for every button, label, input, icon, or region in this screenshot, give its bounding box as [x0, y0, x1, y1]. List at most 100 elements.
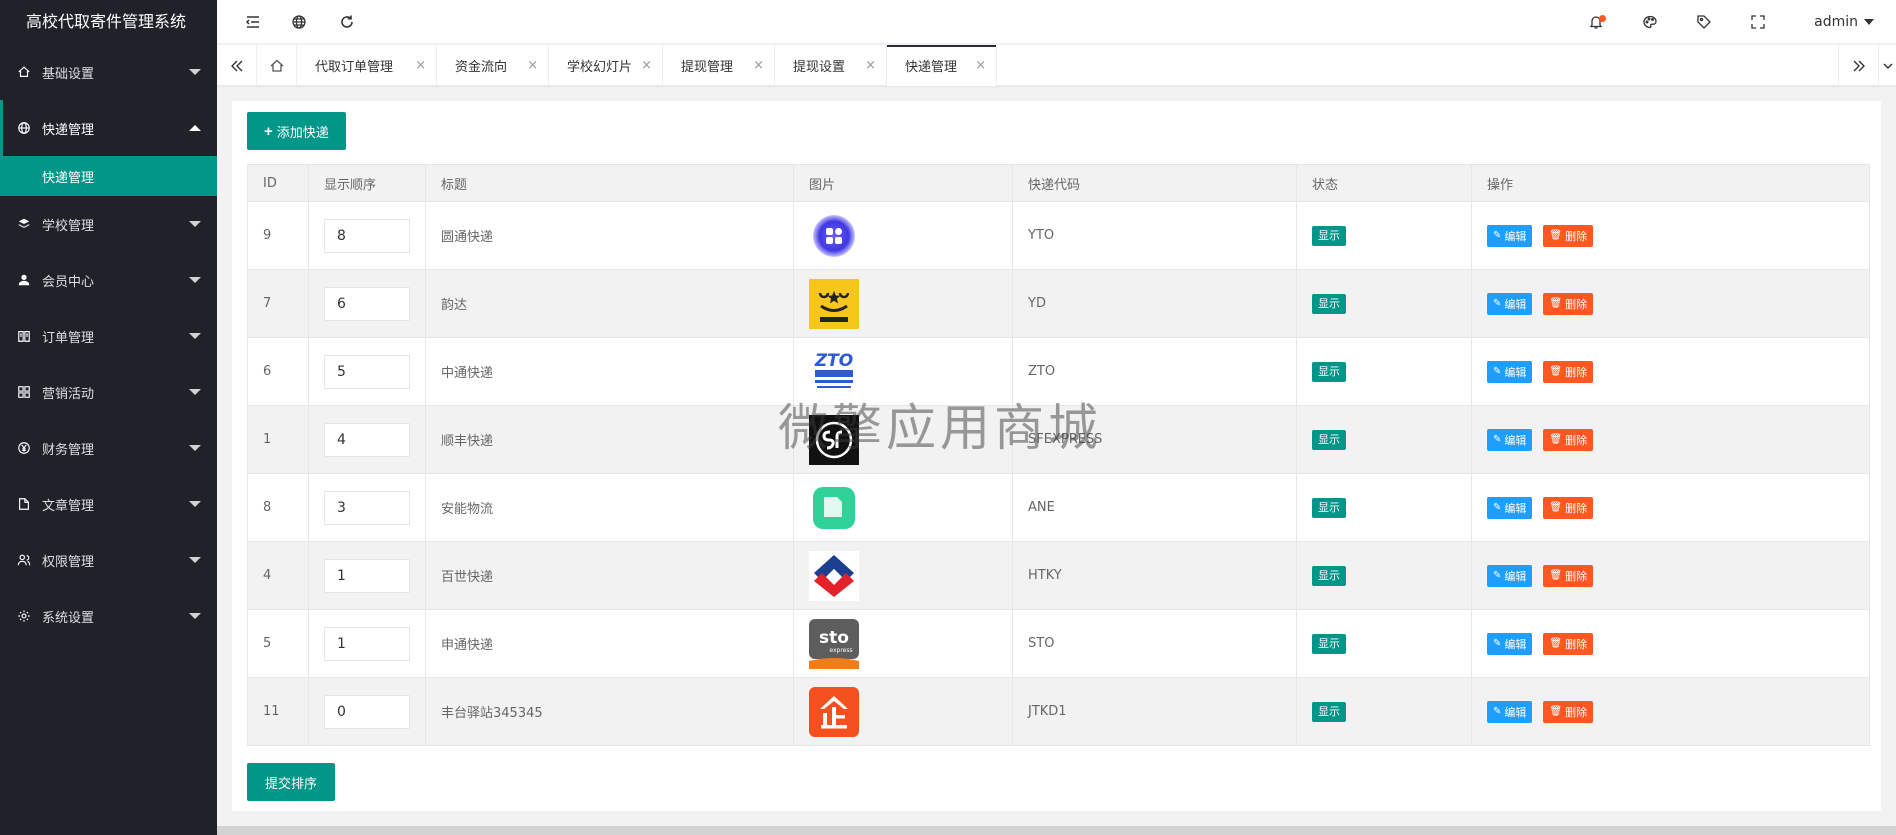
sidebar-item-2[interactable]: 学校管理 — [0, 196, 217, 252]
cell-status: 显示 — [1296, 201, 1472, 270]
close-icon[interactable]: × — [527, 58, 538, 73]
tabs-scroll-left-icon[interactable] — [217, 45, 257, 86]
status-badge[interactable]: 显示 — [1312, 701, 1346, 722]
cell-image — [793, 473, 1013, 542]
edit-button[interactable]: ✎ 编辑 — [1487, 564, 1533, 587]
cell-image — [793, 677, 1013, 746]
sidebar-item-9[interactable]: 系统设置 — [0, 588, 217, 644]
edit-button[interactable]: ✎ 编辑 — [1487, 700, 1533, 723]
cell-actions: ✎ 编辑 🗑 删除 — [1471, 541, 1870, 610]
sort-order-input[interactable] — [324, 422, 410, 457]
user-menu[interactable]: admin — [1814, 0, 1874, 44]
tab-3[interactable]: 提现管理 × — [663, 45, 775, 86]
trash-icon: 🗑 — [1549, 502, 1563, 513]
add-express-button[interactable]: + 添加快递 — [247, 112, 346, 150]
edit-button[interactable]: ✎ 编辑 — [1487, 224, 1533, 247]
tabs-scroll-right-icon[interactable] — [1838, 45, 1878, 86]
sidebar-item-4[interactable]: 订单管理 — [0, 308, 217, 364]
sidebar-item-label: 系统设置 — [42, 610, 95, 626]
delete-button[interactable]: 🗑 删除 — [1543, 632, 1594, 655]
globe-icon[interactable] — [281, 0, 317, 44]
sort-order-input[interactable] — [324, 218, 410, 253]
delete-button[interactable]: 🗑 删除 — [1543, 224, 1594, 247]
tab-label: 快递管理 — [905, 60, 958, 75]
delete-button[interactable]: 🗑 删除 — [1543, 428, 1594, 451]
close-icon[interactable]: × — [415, 58, 426, 73]
sidebar-item-6[interactable]: 财务管理 — [0, 420, 217, 476]
delete-button[interactable]: 🗑 删除 — [1543, 496, 1594, 519]
tab-4[interactable]: 提现设置 × — [775, 45, 887, 86]
yen-icon — [16, 440, 32, 456]
cell-code: SFEXPRESS — [1012, 405, 1297, 474]
tabs-menu-chevron-icon[interactable] — [1878, 45, 1896, 86]
cell-status: 显示 — [1296, 609, 1472, 678]
edit-button[interactable]: ✎ 编辑 — [1487, 360, 1533, 383]
edit-button[interactable]: ✎ 编辑 — [1487, 496, 1533, 519]
status-badge[interactable]: 显示 — [1312, 633, 1346, 654]
cell-code: JTKD1 — [1012, 677, 1297, 746]
status-badge[interactable]: 显示 — [1312, 293, 1346, 314]
close-icon[interactable]: × — [975, 58, 986, 73]
cell-order — [308, 677, 426, 746]
close-icon[interactable]: × — [753, 58, 764, 73]
group-user-icon — [16, 552, 32, 568]
sort-order-input[interactable] — [324, 286, 410, 321]
status-badge[interactable]: 显示 — [1312, 225, 1346, 246]
globe-icon — [16, 120, 32, 136]
cell-order — [308, 337, 426, 406]
fullscreen-icon[interactable] — [1740, 0, 1776, 44]
sidebar-item-label: 订单管理 — [42, 330, 95, 346]
status-badge[interactable]: 显示 — [1312, 361, 1346, 382]
sidebar-item-0[interactable]: 基础设置 — [0, 44, 217, 100]
submit-sort-button[interactable]: 提交排序 — [247, 763, 336, 801]
express-table: ID显示顺序标题图片快递代码状态操作 9 圆通快递 YTO 显示 ✎编辑 🗑删除 7 韵达 YD… — [247, 164, 1870, 746]
delete-button[interactable]: 🗑 删除 — [1543, 360, 1594, 383]
tab-0[interactable]: 代取订单管理 × — [297, 45, 437, 86]
cell-order — [308, 609, 426, 678]
column-header: 状态 — [1296, 164, 1472, 202]
sidebar-item-7[interactable]: 文章管理 — [0, 476, 217, 532]
cell-actions: ✎ 编辑 🗑 删除 — [1471, 473, 1870, 542]
close-icon[interactable]: × — [641, 58, 652, 73]
tab-home[interactable] — [257, 45, 297, 86]
menu-fold-icon[interactable] — [235, 0, 271, 44]
sort-order-input[interactable] — [324, 626, 410, 661]
sort-order-input[interactable] — [324, 490, 410, 525]
close-icon[interactable]: × — [865, 58, 876, 73]
edit-button[interactable]: ✎ 编辑 — [1487, 428, 1533, 451]
tag-icon[interactable] — [1686, 0, 1722, 44]
status-badge[interactable]: 显示 — [1312, 497, 1346, 518]
sidebar-item-1[interactable]: 快递管理 — [0, 100, 217, 156]
zto-logo: ZTO — [809, 346, 859, 397]
trash-icon: 🗑 — [1549, 434, 1563, 445]
edit-button[interactable]: ✎ 编辑 — [1487, 292, 1533, 315]
sidebar-item-3[interactable]: 会员中心 — [0, 252, 217, 308]
delete-button[interactable]: 🗑 删除 — [1543, 292, 1594, 315]
status-badge[interactable]: 显示 — [1312, 429, 1346, 450]
status-badge[interactable]: 显示 — [1312, 565, 1346, 586]
edit-button[interactable]: ✎ 编辑 — [1487, 632, 1533, 655]
tab-5[interactable]: 快递管理 × — [887, 45, 997, 86]
sort-order-input[interactable] — [324, 694, 410, 729]
theme-icon[interactable] — [1632, 0, 1668, 44]
sidebar-item-8[interactable]: 权限管理 — [0, 532, 217, 588]
tab-1[interactable]: 资金流向 × — [437, 45, 549, 86]
sidebar-subitem-1-0[interactable]: 快递管理 — [0, 156, 217, 196]
cell-code: YTO — [1012, 201, 1297, 270]
delete-button[interactable]: 🗑 删除 — [1543, 564, 1594, 587]
sort-order-input[interactable] — [324, 558, 410, 593]
cell-id: 7 — [247, 269, 309, 338]
cell-order — [308, 201, 426, 270]
cell-order — [308, 269, 426, 338]
sort-order-input[interactable] — [324, 354, 410, 389]
tab-label: 资金流向 — [455, 60, 508, 75]
table-row: 11 丰台驿站345345 JTKD1 显示 ✎编辑 🗑删除 — [247, 677, 1870, 746]
app-logo-title: 高校代取寄件管理系统 — [26, 12, 187, 31]
bell-icon[interactable] — [1578, 0, 1614, 44]
tab-label: 提现管理 — [681, 60, 734, 75]
refresh-icon[interactable] — [329, 0, 365, 44]
delete-button[interactable]: 🗑 删除 — [1543, 700, 1594, 723]
cell-status: 显示 — [1296, 473, 1472, 542]
sidebar-item-5[interactable]: 营销活动 — [0, 364, 217, 420]
tab-2[interactable]: 学校幻灯片 × — [549, 45, 663, 86]
